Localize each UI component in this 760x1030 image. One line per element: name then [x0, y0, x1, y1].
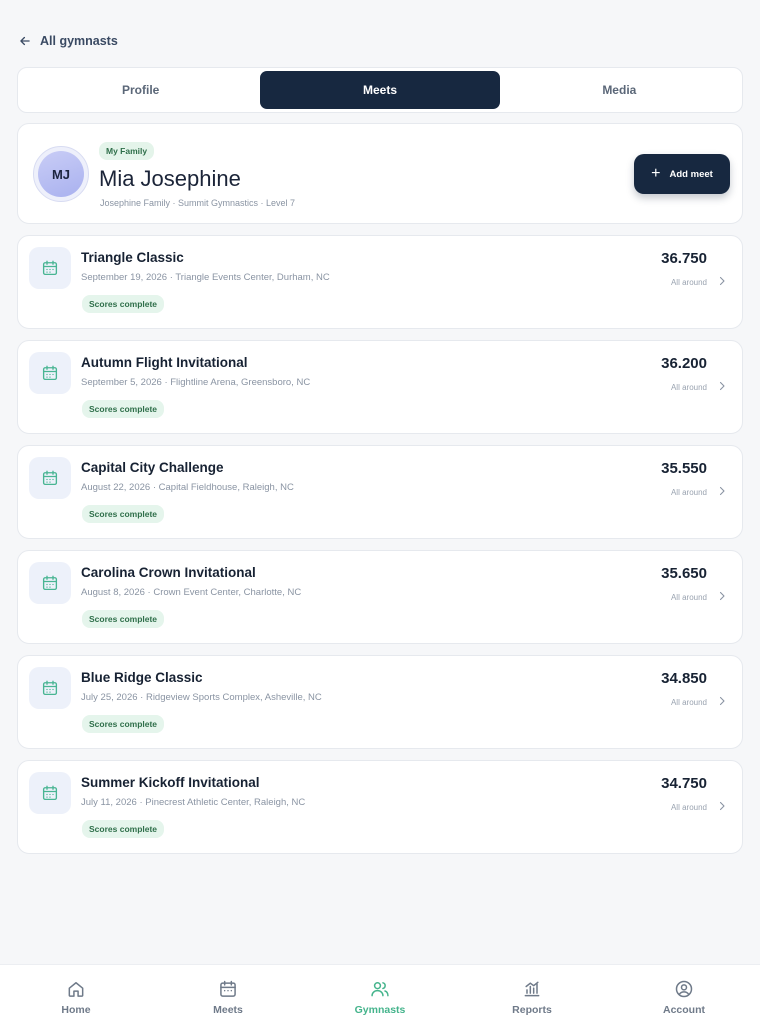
back-link[interactable]: All gymnasts	[18, 34, 118, 48]
meet-score: 34.750	[661, 775, 707, 792]
chevron-right-icon	[719, 276, 725, 286]
status-badge: Scores complete	[82, 400, 165, 418]
score-label: All around	[670, 278, 707, 287]
nav-home[interactable]: Home	[0, 965, 152, 1030]
meet-title: Summer Kickoff Invitational	[81, 775, 260, 790]
gymnast-name: Mia Josephine	[99, 166, 241, 191]
calendar-icon	[220, 980, 236, 997]
status-badge: Scores complete	[82, 610, 165, 628]
meet-score: 36.750	[661, 250, 707, 267]
add-meet-label: Add meet	[669, 168, 713, 180]
meet-title: Triangle Classic	[81, 250, 184, 265]
calendar-icon	[29, 772, 71, 814]
score-label: All around	[670, 698, 707, 707]
nav-gymnasts-label: Gymnasts	[354, 1004, 406, 1016]
tab-meets[interactable]: Meets	[260, 71, 500, 109]
back-link-label: All gymnasts	[40, 34, 118, 48]
meet-card[interactable]: Summer Kickoff Invitational July 11, 202…	[17, 760, 743, 854]
chevron-right-icon	[719, 381, 725, 391]
nav-gymnasts[interactable]: Gymnasts	[304, 965, 456, 1030]
gymnast-card: MJ My Family Mia Josephine Josephine Fam…	[17, 123, 743, 224]
meet-card[interactable]: Autumn Flight Invitational September 5, …	[17, 340, 743, 434]
meet-score: 35.650	[661, 565, 707, 582]
meet-card[interactable]: Capital City Challenge August 22, 2026 ·…	[17, 445, 743, 539]
meet-detail: August 8, 2026 · Crown Event Center, Cha…	[81, 587, 302, 598]
family-badge: My Family	[99, 142, 155, 160]
calendar-icon	[29, 352, 71, 394]
meet-score: 36.200	[661, 355, 707, 372]
score-label: All around	[670, 803, 707, 812]
score-label: All around	[670, 593, 707, 602]
bottom-nav: Home Meets Gymnasts Reports Account	[0, 964, 760, 1030]
meet-score: 34.850	[661, 670, 707, 687]
calendar-icon	[29, 247, 71, 289]
users-icon	[371, 982, 389, 997]
meet-detail: July 25, 2026 · Ridgeview Sports Complex…	[81, 692, 322, 703]
nav-reports[interactable]: Reports	[456, 965, 608, 1030]
meet-title: Autumn Flight Invitational	[81, 355, 248, 370]
nav-home-label: Home	[61, 1004, 91, 1016]
add-meet-button[interactable]: + Add meet	[634, 154, 730, 194]
gymnast-subtitle: Josephine Family · Summit Gymnastics · L…	[100, 198, 296, 208]
meet-title: Carolina Crown Invitational	[81, 565, 256, 580]
tab-bar: Profile Meets Media	[17, 67, 743, 113]
plus-icon: +	[651, 165, 661, 182]
meet-detail: August 22, 2026 · Capital Fieldhouse, Ra…	[81, 482, 294, 493]
nav-meets[interactable]: Meets	[152, 965, 304, 1030]
meet-card[interactable]: Carolina Crown Invitational August 8, 20…	[17, 550, 743, 644]
status-badge: Scores complete	[82, 295, 165, 313]
arrow-left-icon	[20, 36, 30, 46]
account-icon	[675, 980, 693, 998]
score-label: All around	[670, 383, 707, 392]
meet-card[interactable]: Triangle Classic September 19, 2026 · Tr…	[17, 235, 743, 329]
tab-profile[interactable]: Profile	[21, 71, 260, 109]
calendar-icon	[29, 667, 71, 709]
meet-title: Capital City Challenge	[81, 460, 224, 475]
status-badge: Scores complete	[82, 715, 165, 733]
meet-score: 35.550	[661, 460, 707, 477]
avatar-initials: MJ	[38, 151, 84, 197]
meet-detail: July 11, 2026 · Pinecrest Athletic Cente…	[81, 797, 306, 808]
chevron-right-icon	[719, 486, 725, 496]
status-badge: Scores complete	[82, 505, 165, 523]
nav-reports-label: Reports	[512, 1004, 552, 1016]
status-badge: Scores complete	[82, 820, 165, 838]
calendar-icon	[29, 457, 71, 499]
meet-card[interactable]: Blue Ridge Classic July 25, 2026 · Ridge…	[17, 655, 743, 749]
home-icon	[68, 982, 84, 997]
meet-title: Blue Ridge Classic	[81, 670, 203, 685]
avatar: MJ	[33, 146, 89, 202]
chevron-right-icon	[719, 801, 725, 811]
nav-meets-label: Meets	[213, 1004, 243, 1016]
nav-account[interactable]: Account	[608, 965, 760, 1030]
meet-detail: September 5, 2026 · Flightline Arena, Gr…	[81, 377, 311, 388]
score-label: All around	[670, 488, 707, 497]
chevron-right-icon	[719, 591, 725, 601]
calendar-icon	[29, 562, 71, 604]
tab-media[interactable]: Media	[500, 71, 739, 109]
meet-detail: September 19, 2026 · Triangle Events Cen…	[81, 272, 330, 283]
chevron-right-icon	[719, 696, 725, 706]
chart-icon	[524, 981, 540, 997]
nav-account-label: Account	[663, 1004, 705, 1016]
